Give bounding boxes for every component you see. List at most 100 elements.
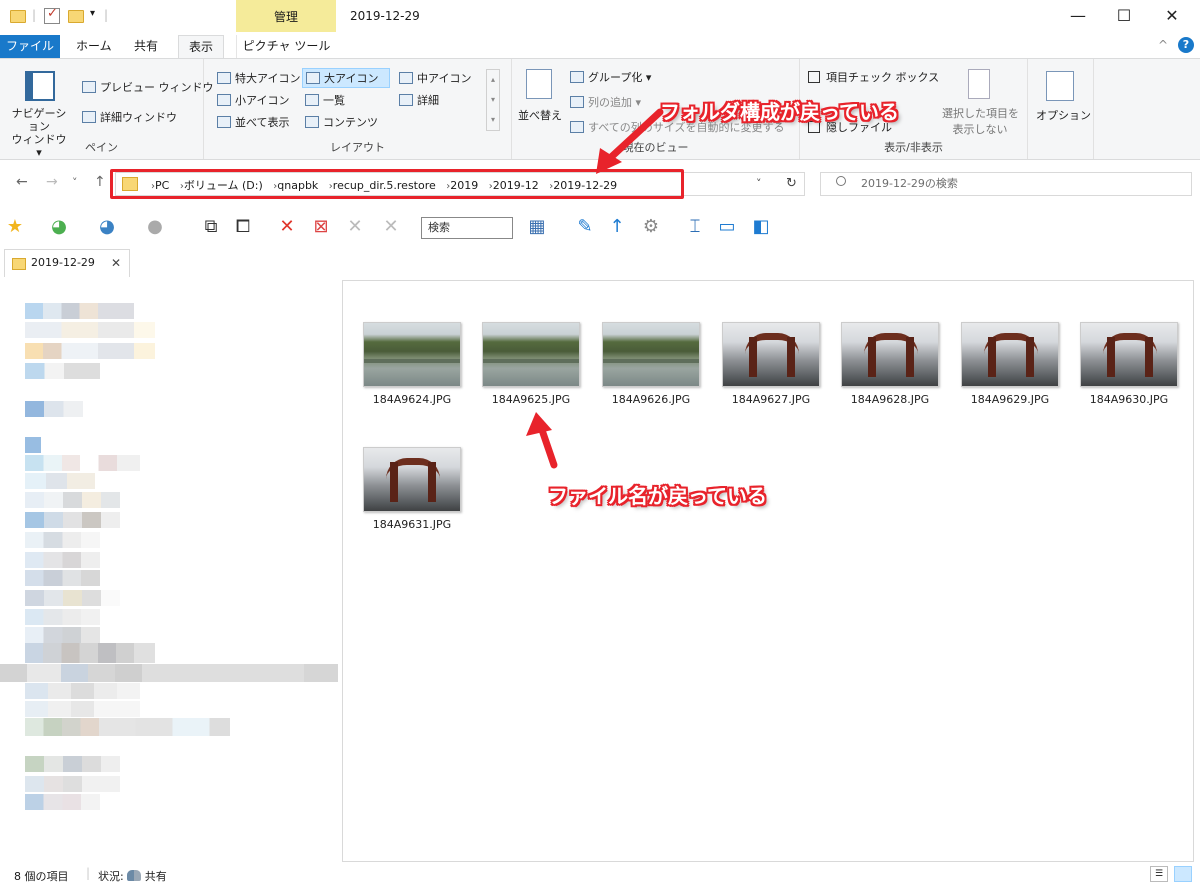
- file-name: 184A9627.JPG: [731, 393, 811, 406]
- help-icon[interactable]: ?: [1178, 37, 1194, 53]
- disabled-circle-icon[interactable]: ●: [144, 216, 166, 238]
- delete-window-icon[interactable]: ⊠: [310, 216, 332, 238]
- layout-label: 詳細: [417, 94, 439, 107]
- file-item[interactable]: 184A9629.JPG: [955, 322, 1065, 406]
- layout-details[interactable]: 詳細: [396, 91, 442, 109]
- search-input[interactable]: 2019-12-29の検索: [820, 172, 1192, 196]
- maximize-button[interactable]: ☐: [1104, 4, 1144, 28]
- annotation-filename-restored: ファイル名が戻っている: [548, 484, 767, 508]
- settings-gear-icon[interactable]: ⚙: [640, 216, 662, 238]
- details-icon: [399, 94, 413, 106]
- preview-pane-button[interactable]: プレビュー ウィンドウ: [82, 79, 214, 95]
- back-button[interactable]: ←: [16, 174, 28, 190]
- up-arrow-icon[interactable]: ↑: [606, 216, 628, 238]
- item-count: 8 個の項目: [14, 870, 69, 883]
- layout-group: 特大アイコン 大アイコン 中アイコン 小アイコン 一覧 詳細 並べて表示 コンテ…: [204, 59, 512, 159]
- forward-button[interactable]: →: [46, 174, 58, 190]
- navigation-pane-icon: [25, 71, 55, 101]
- disabled-x2-icon[interactable]: ✕: [380, 216, 402, 238]
- folder-tab-strip: 2019-12-29 ✕: [0, 245, 1200, 277]
- file-name: 184A9630.JPG: [1089, 393, 1169, 406]
- image-thumbnail: [602, 322, 700, 387]
- status-divider: |: [86, 866, 91, 880]
- qa-divider: |: [104, 8, 109, 22]
- options-button[interactable]: オプション: [1036, 107, 1091, 123]
- share-state-label: 状況:: [98, 870, 124, 883]
- file-item[interactable]: 184A9631.JPG: [357, 447, 467, 531]
- up-button[interactable]: ↑: [94, 174, 106, 190]
- split-pane-icon[interactable]: ◧: [750, 216, 772, 238]
- file-item[interactable]: 184A9627.JPG: [716, 322, 826, 406]
- layout-label: 並べて表示: [235, 116, 290, 129]
- file-name: 184A9628.JPG: [850, 393, 930, 406]
- close-button[interactable]: ✕: [1152, 4, 1192, 28]
- navigation-pane[interactable]: [0, 277, 342, 862]
- layout-content[interactable]: コンテンツ: [302, 113, 381, 131]
- layout-tiles[interactable]: 並べて表示: [214, 113, 293, 131]
- layout-medium-icons[interactable]: 中アイコン: [396, 69, 474, 87]
- context-tab-header: 管理: [236, 0, 336, 32]
- file-name: 184A9629.JPG: [970, 393, 1050, 406]
- delete-icon[interactable]: ✕: [276, 216, 298, 238]
- customize-qa-icon[interactable]: ▾: [90, 8, 95, 19]
- details-pane-button[interactable]: 詳細ウィンドウ: [82, 109, 177, 125]
- forward-circle-icon[interactable]: ◕: [96, 216, 118, 238]
- collapse-ribbon-icon[interactable]: ^: [1158, 38, 1168, 52]
- tab-home[interactable]: ホーム: [66, 35, 122, 58]
- recent-locations-button[interactable]: ˅: [72, 176, 78, 189]
- layout-label: コンテンツ: [323, 116, 378, 129]
- disabled-x-icon[interactable]: ✕: [344, 216, 366, 238]
- item-checkbox-toggle[interactable]: 項目チェック ボックス: [808, 69, 939, 85]
- tab-share[interactable]: 共有: [124, 35, 168, 58]
- back-circle-icon[interactable]: ◕: [48, 216, 70, 238]
- image-thumbnail: [482, 322, 580, 387]
- share-state: 状況: 共有: [98, 868, 167, 884]
- layout-label: 一覧: [323, 94, 345, 107]
- large-icons-view-icon[interactable]: [1174, 866, 1192, 882]
- tab-picture-tools[interactable]: ピクチャ ツール: [236, 35, 336, 58]
- minimize-button[interactable]: —: [1058, 4, 1098, 28]
- properties-icon[interactable]: [44, 6, 60, 24]
- toolbar-search-field[interactable]: 検索: [421, 217, 513, 239]
- ribbon-tabs: ファイル ホーム 共有 表示 ピクチャ ツール ^ ?: [0, 32, 1200, 58]
- large-icons-icon: [306, 72, 320, 84]
- refresh-icon[interactable]: ↻: [786, 176, 797, 191]
- new-window-icon[interactable]: ⧉: [200, 216, 222, 238]
- file-item[interactable]: 184A9628.JPG: [835, 322, 945, 406]
- share-state-value: 共有: [144, 870, 167, 883]
- pane-group: ナビゲーション ウィンドウ ▾ プレビュー ウィンドウ 詳細ウィンドウ ペイン: [0, 59, 214, 159]
- hide-selected-label: 表示しない: [952, 123, 1008, 136]
- pin-icon[interactable]: ✎: [574, 216, 596, 238]
- image-thumbnail: [1080, 322, 1178, 387]
- file-item[interactable]: 184A9626.JPG: [596, 322, 706, 406]
- star-icon[interactable]: ★: [4, 216, 26, 238]
- layout-small-icons[interactable]: 小アイコン: [214, 91, 292, 109]
- group-by-button[interactable]: グループ化 ▾: [570, 69, 651, 85]
- annotation-arrow-filename: [526, 412, 558, 469]
- close-tab-icon[interactable]: ✕: [111, 250, 121, 276]
- pane-icon[interactable]: ▭: [716, 216, 738, 238]
- details-view-icon[interactable]: ☰: [1150, 866, 1168, 882]
- layout-extra-large-icons[interactable]: 特大アイコン: [214, 69, 303, 87]
- text-cursor-icon[interactable]: ⌶: [684, 216, 706, 238]
- hide-selected-button[interactable]: 選択した項目を 表示しない: [942, 105, 1019, 137]
- file-item[interactable]: 184A9624.JPG: [357, 322, 467, 406]
- view-mode-icon[interactable]: ▦: [526, 216, 548, 238]
- sort-by-button[interactable]: 並べ替え: [518, 107, 562, 123]
- duplicate-icon[interactable]: ⧠: [232, 216, 254, 238]
- layout-scroll[interactable]: ▴ ▾ ▾: [486, 69, 500, 131]
- folder-tab[interactable]: 2019-12-29 ✕: [4, 249, 130, 277]
- layout-large-icons[interactable]: 大アイコン: [302, 68, 390, 88]
- image-thumbnail: [363, 447, 461, 512]
- new-folder-icon[interactable]: [68, 10, 84, 23]
- window-title: 2019-12-29: [350, 9, 420, 23]
- file-list[interactable]: 184A9624.JPG 184A9625.JPG 184A9626.JPG 1…: [342, 280, 1194, 862]
- file-item[interactable]: 184A9630.JPG: [1074, 322, 1184, 406]
- tab-view[interactable]: 表示: [178, 35, 225, 58]
- address-dropdown-icon[interactable]: ˅: [756, 177, 762, 190]
- tab-file[interactable]: ファイル: [0, 35, 60, 58]
- list-icon: [305, 94, 319, 106]
- file-item[interactable]: 184A9625.JPG: [476, 322, 586, 406]
- layout-list[interactable]: 一覧: [302, 91, 348, 109]
- details-pane-icon: [82, 111, 96, 123]
